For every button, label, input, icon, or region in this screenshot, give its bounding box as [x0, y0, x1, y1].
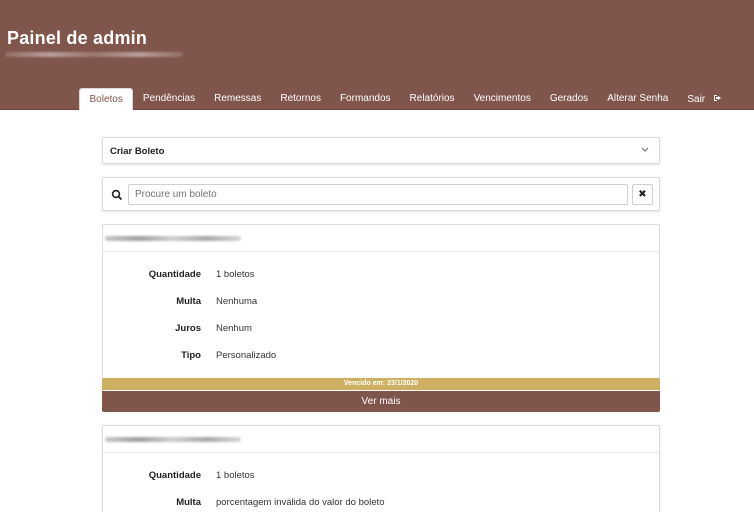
field-label: Tipo [181, 350, 201, 361]
app-header: Painel de admin Boletos Pendências Remes… [0, 0, 754, 110]
due-date-banner: Vencido em: 23/1/2020 [102, 378, 660, 390]
tab-remessas[interactable]: Remessas [205, 88, 271, 110]
field-label: Multa [176, 497, 201, 508]
field-label: Multa [176, 296, 201, 307]
create-boleto-panel[interactable]: Criar Boleto [102, 137, 660, 164]
page-title: Painel de admin [7, 28, 148, 48]
tab-pendencias[interactable]: Pendências [133, 88, 204, 110]
main-nav: Boletos Pendências Remessas Retornos For… [79, 88, 731, 110]
tab-retornos[interactable]: Retornos [271, 88, 331, 110]
boleto-card-header [103, 426, 659, 453]
field-tipo: Tipo Personalizado [103, 350, 659, 364]
field-value: Personalizado [216, 350, 277, 361]
field-juros: Juros Nenhum [103, 323, 659, 337]
blurred-boleto-name [105, 236, 241, 241]
tab-boletos[interactable]: Boletos [79, 88, 134, 110]
field-value: Nenhum [216, 323, 252, 334]
field-quantidade: Quantidade 1 boletos [103, 470, 659, 484]
tab-relatorios[interactable]: Relatórios [400, 88, 464, 110]
search-input[interactable] [128, 184, 628, 205]
field-value: Nenhuma [216, 296, 258, 307]
blurred-boleto-name [105, 437, 241, 442]
create-boleto-label: Criar Boleto [110, 146, 165, 157]
tab-alterar-senha[interactable]: Alterar Senha [598, 88, 678, 110]
field-value: 1 boletos [216, 269, 255, 280]
boleto-card: Quantidade 1 boletos Multa porcentagem i… [102, 425, 660, 512]
clear-search-button[interactable]: ✖ [632, 184, 653, 205]
field-value: porcentagem inválida do valor do boleto [216, 497, 385, 508]
tab-sair-label: Sair [687, 94, 706, 105]
tab-sair[interactable]: Sair [678, 88, 732, 110]
field-value: 1 boletos [216, 470, 255, 481]
see-more-button[interactable]: Ver mais [102, 391, 660, 412]
tab-formandos[interactable]: Formandos [330, 88, 400, 110]
field-multa: Multa porcentagem inválida do valor do b… [103, 497, 659, 511]
field-multa: Multa Nenhuma [103, 296, 659, 310]
search-icon [111, 188, 123, 201]
tab-vencimentos[interactable]: Vencimentos [464, 88, 540, 110]
sign-out-icon [713, 88, 722, 110]
chevron-down-icon [641, 145, 649, 155]
field-label: Juros [175, 323, 201, 334]
search-panel: ✖ [102, 177, 660, 211]
boleto-card-header [103, 225, 659, 252]
field-label: Quantidade [148, 470, 201, 481]
blurred-subtitle [5, 52, 183, 57]
tab-gerados[interactable]: Gerados [540, 88, 597, 110]
field-quantidade: Quantidade 1 boletos [103, 269, 659, 283]
field-label: Quantidade [148, 269, 201, 280]
